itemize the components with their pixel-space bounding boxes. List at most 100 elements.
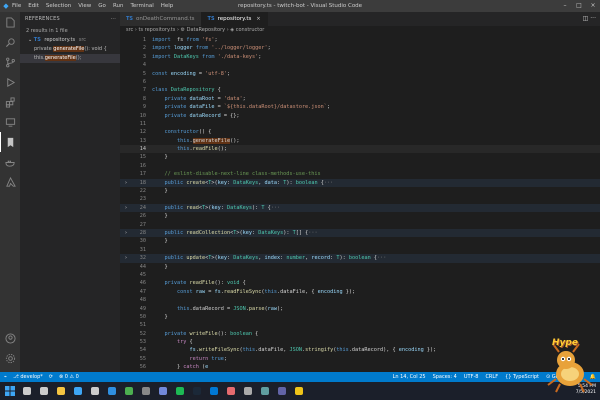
code-line[interactable]: › 32 public update<T>(key: DataKeys, inde…	[120, 254, 600, 263]
photos-icon[interactable]	[224, 384, 238, 398]
reference-match-2[interactable]: this.generateFile();	[20, 54, 120, 63]
indentation[interactable]: Spaces: 4	[433, 374, 457, 380]
code-line[interactable]: 14 this.readFile();	[120, 145, 600, 154]
browser-icon[interactable]	[105, 384, 119, 398]
sync-icon[interactable]: ⟳	[49, 374, 53, 380]
menu-edit[interactable]: Edit	[28, 3, 39, 9]
menu-terminal[interactable]: Terminal	[130, 3, 153, 9]
bookmark-icon[interactable]	[0, 132, 20, 152]
account-icon[interactable]	[0, 328, 20, 348]
search-icon[interactable]	[20, 384, 34, 398]
breadcrumb[interactable]: src › ts repository.ts › ⚙ DataRepositor…	[120, 26, 600, 35]
code-line[interactable]: 26 }	[120, 212, 600, 220]
code-line[interactable]: 47 const raw = fs.readFileSync(this.data…	[120, 288, 600, 296]
code-line[interactable]: 17 // eslint-disable-next-line class-met…	[120, 170, 600, 178]
menu-file[interactable]: File	[12, 3, 21, 9]
menu-run[interactable]: Run	[113, 3, 124, 9]
reference-match-1[interactable]: private generateFile(): void {	[20, 45, 120, 54]
code-line[interactable]: 31	[120, 246, 600, 254]
file-explorer-icon[interactable]	[54, 384, 68, 398]
close-button[interactable]: ×	[586, 0, 600, 12]
extensions-icon[interactable]	[0, 92, 20, 112]
close-tab-icon[interactable]: ×	[256, 12, 260, 26]
run-debug-icon[interactable]	[0, 72, 20, 92]
minimize-button[interactable]: –	[558, 0, 572, 12]
code-line[interactable]: 12 constructor() {	[120, 128, 600, 136]
code-line[interactable]: 16	[120, 162, 600, 170]
code-token: true	[208, 355, 224, 362]
code-line[interactable]: 46 private readFile(): void {	[120, 279, 600, 287]
remote-indicator-icon[interactable]: ⌁	[4, 374, 7, 380]
tab-repository[interactable]: TS repository.ts ×	[201, 12, 268, 26]
code-line[interactable]: 11	[120, 120, 600, 128]
code-line[interactable]: 2 import logger from '../logger/logger';	[120, 44, 600, 52]
reference-file-row[interactable]: ⌄ TS repository.ts src	[20, 36, 120, 45]
code-line[interactable]: 23	[120, 195, 600, 203]
terminal-icon[interactable]	[88, 384, 102, 398]
fold-chevron-icon[interactable]: ›	[120, 229, 132, 237]
code-line[interactable]: 49 this.dataRecord = JSON.parse(raw);	[120, 305, 600, 313]
fold-chevron-icon[interactable]: ›	[120, 204, 132, 212]
windows-start-icon[interactable]	[3, 384, 17, 398]
code-line[interactable]: 9 private dataFile = `${this.dataRoot}/d…	[120, 103, 600, 111]
mail-icon[interactable]	[207, 384, 221, 398]
code-editor[interactable]: 1 import fs from 'fs'; 2 import logger from…	[120, 36, 600, 372]
code-line[interactable]: › 28 public readCollection<T>(key: DataKe…	[120, 228, 600, 238]
discord-icon[interactable]	[156, 384, 170, 398]
code-line[interactable]: 15 }	[120, 153, 600, 161]
end-of-line[interactable]: CRLF	[485, 374, 498, 380]
code-line[interactable]: 3 import DataKeys from './data-keys';	[120, 53, 600, 61]
code-line[interactable]: › 18 public create<T>(key: DataKeys, data…	[120, 178, 600, 188]
code-line[interactable]: 50 }	[120, 313, 600, 321]
explorer-icon[interactable]	[0, 12, 20, 32]
code-line[interactable]: 10 private dataRecord = {};	[120, 112, 600, 120]
cursor-position[interactable]: Ln 14, Col 25	[393, 374, 426, 380]
steam-icon[interactable]	[190, 384, 204, 398]
code-line[interactable]: 44 }	[120, 263, 600, 271]
tab-ondeathcommand[interactable]: TS onDeathCommand.ts	[120, 12, 202, 26]
maximize-button[interactable]: □	[572, 0, 586, 12]
code-line[interactable]: 22 }	[120, 187, 600, 195]
remote-explorer-icon[interactable]	[0, 112, 20, 132]
code-token: ();	[230, 137, 240, 144]
menu-go[interactable]: Go	[98, 3, 106, 9]
source-control-icon[interactable]	[0, 52, 20, 72]
split-editor-icon[interactable]: ◫	[583, 15, 589, 22]
teams-icon[interactable]	[275, 384, 289, 398]
vscode-icon[interactable]	[71, 384, 85, 398]
code-line[interactable]: 1 import fs from 'fs';	[120, 36, 600, 44]
branch-indicator[interactable]: ⎇ develop*	[13, 374, 43, 380]
chrome-icon[interactable]	[122, 384, 136, 398]
code-line[interactable]: 48	[120, 296, 600, 304]
menu-view[interactable]: View	[78, 3, 91, 9]
code-line[interactable]: 27	[120, 221, 600, 229]
fold-chevron-icon[interactable]: ›	[120, 254, 132, 262]
fold-chevron-icon[interactable]: ›	[120, 179, 132, 187]
search-icon[interactable]	[0, 32, 20, 52]
code-line[interactable]: 7 class DataRepository {	[120, 86, 600, 94]
more-actions-icon[interactable]: ···	[111, 12, 116, 26]
code-line[interactable]: › 24 public read<T>(key: DataKeys): T {··…	[120, 203, 600, 213]
manage-gear-icon[interactable]	[0, 348, 20, 368]
menu-selection[interactable]: Selection	[46, 3, 71, 9]
more-actions-icon[interactable]: ···	[590, 15, 596, 22]
code-line[interactable]: 13 this.generateFile();	[120, 137, 600, 145]
settings-icon[interactable]	[241, 384, 255, 398]
menu-help[interactable]: Help	[161, 3, 174, 9]
code-line[interactable]: 4	[120, 61, 600, 69]
file-encoding[interactable]: UTF-8	[464, 374, 479, 380]
code-line[interactable]: 51	[120, 321, 600, 329]
code-line[interactable]: 8 private dataRoot = 'data';	[120, 95, 600, 103]
obs-icon[interactable]	[139, 384, 153, 398]
code-line[interactable]: 45	[120, 271, 600, 279]
code-line[interactable]: 5 const encoding = 'utf-8';	[120, 70, 600, 78]
store-icon[interactable]	[258, 384, 272, 398]
docker-icon[interactable]	[0, 152, 20, 172]
code-line[interactable]: 6	[120, 78, 600, 86]
spotify-icon[interactable]	[173, 384, 187, 398]
notes-icon[interactable]	[292, 384, 306, 398]
code-line[interactable]: 30 }	[120, 237, 600, 245]
azure-icon[interactable]	[0, 172, 20, 192]
task-view-icon[interactable]	[37, 384, 51, 398]
problems-indicator[interactable]: ⊗ 0 ⚠ 0	[59, 374, 79, 380]
